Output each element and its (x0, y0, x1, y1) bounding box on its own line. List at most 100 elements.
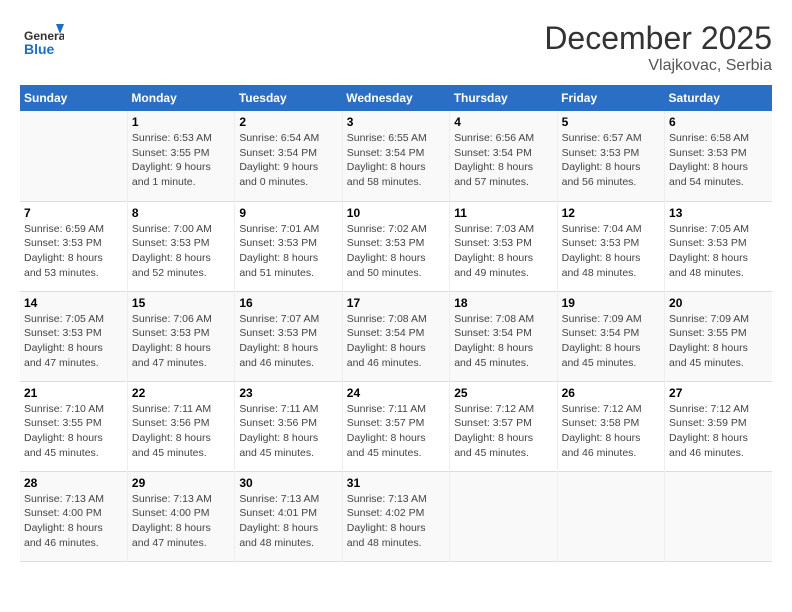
day-info: Sunrise: 7:02 AMSunset: 3:53 PMDaylight:… (347, 222, 445, 281)
day-cell: 20 Sunrise: 7:09 AMSunset: 3:55 PMDayligh… (665, 291, 772, 381)
day-number: 13 (669, 206, 768, 220)
day-info: Sunrise: 7:12 AMSunset: 3:59 PMDaylight:… (669, 402, 768, 461)
day-info: Sunrise: 7:09 AMSunset: 3:54 PMDaylight:… (562, 312, 660, 371)
day-cell: 16 Sunrise: 7:07 AMSunset: 3:53 PMDayligh… (235, 291, 342, 381)
day-cell: 18 Sunrise: 7:08 AMSunset: 3:54 PMDayligh… (450, 291, 557, 381)
day-cell: 28 Sunrise: 7:13 AMSunset: 4:00 PMDayligh… (20, 471, 127, 561)
title-block: December 2025 Vlajkovac, Serbia (544, 20, 772, 75)
day-cell: 11 Sunrise: 7:03 AMSunset: 3:53 PMDayligh… (450, 201, 557, 291)
page-header: General Blue December 2025 Vlajkovac, Se… (20, 20, 772, 75)
day-number: 29 (132, 476, 230, 490)
day-cell: 12Sunrise: 7:04 AMSunset: 3:53 PMDayligh… (557, 201, 664, 291)
day-cell: 9 Sunrise: 7:01 AMSunset: 3:53 PMDaylight… (235, 201, 342, 291)
day-number: 6 (669, 115, 768, 129)
day-cell: 14Sunrise: 7:05 AMSunset: 3:53 PMDayligh… (20, 291, 127, 381)
week-row-3: 14Sunrise: 7:05 AMSunset: 3:53 PMDayligh… (20, 291, 772, 381)
day-number: 22 (132, 386, 230, 400)
day-cell: 21 Sunrise: 7:10 AMSunset: 3:55 PMDayligh… (20, 381, 127, 471)
day-info: Sunrise: 7:13 AMSunset: 4:01 PMDaylight:… (239, 492, 337, 551)
day-cell: 2 Sunrise: 6:54 AMSunset: 3:54 PMDaylight… (235, 111, 342, 201)
day-number: 9 (239, 206, 337, 220)
day-cell: 29Sunrise: 7:13 AMSunset: 4:00 PMDayligh… (127, 471, 234, 561)
day-cell: 22 Sunrise: 7:11 AMSunset: 3:56 PMDayligh… (127, 381, 234, 471)
day-cell: 5 Sunrise: 6:57 AMSunset: 3:53 PMDaylight… (557, 111, 664, 201)
day-cell (450, 471, 557, 561)
header-day-tuesday: Tuesday (235, 85, 342, 111)
week-row-4: 21 Sunrise: 7:10 AMSunset: 3:55 PMDayligh… (20, 381, 772, 471)
day-info: Sunrise: 7:03 AMSunset: 3:53 PMDaylight:… (454, 222, 552, 281)
week-row-1: 1 Sunrise: 6:53 AMSunset: 3:55 PMDaylight… (20, 111, 772, 201)
day-number: 16 (239, 296, 337, 310)
day-number: 17 (347, 296, 445, 310)
calendar-header-row: SundayMondayTuesdayWednesdayThursdayFrid… (20, 85, 772, 111)
day-number: 27 (669, 386, 768, 400)
day-number: 1 (132, 115, 230, 129)
day-number: 7 (24, 206, 123, 220)
logo-svg: General Blue (20, 20, 64, 64)
day-info: Sunrise: 7:11 AMSunset: 3:56 PMDaylight:… (132, 402, 230, 461)
day-cell: 27 Sunrise: 7:12 AMSunset: 3:59 PMDayligh… (665, 381, 772, 471)
day-info: Sunrise: 7:07 AMSunset: 3:53 PMDaylight:… (239, 312, 337, 371)
day-number: 28 (24, 476, 123, 490)
header-day-saturday: Saturday (665, 85, 772, 111)
day-cell: 26 Sunrise: 7:12 AMSunset: 3:58 PMDayligh… (557, 381, 664, 471)
day-number: 15 (132, 296, 230, 310)
day-info: Sunrise: 7:11 AMSunset: 3:57 PMDaylight:… (347, 402, 445, 461)
day-info: Sunrise: 6:55 AMSunset: 3:54 PMDaylight:… (347, 131, 445, 190)
day-info: Sunrise: 7:01 AMSunset: 3:53 PMDaylight:… (239, 222, 337, 281)
day-number: 24 (347, 386, 445, 400)
day-number: 20 (669, 296, 768, 310)
day-cell: 25 Sunrise: 7:12 AMSunset: 3:57 PMDayligh… (450, 381, 557, 471)
day-info: Sunrise: 6:54 AMSunset: 3:54 PMDaylight:… (239, 131, 337, 190)
day-info: Sunrise: 6:56 AMSunset: 3:54 PMDaylight:… (454, 131, 552, 190)
header-day-sunday: Sunday (20, 85, 127, 111)
day-number: 11 (454, 206, 552, 220)
day-info: Sunrise: 6:59 AMSunset: 3:53 PMDaylight:… (24, 222, 123, 281)
day-info: Sunrise: 7:04 AMSunset: 3:53 PMDaylight:… (562, 222, 660, 281)
day-number: 2 (239, 115, 337, 129)
day-info: Sunrise: 7:09 AMSunset: 3:55 PMDaylight:… (669, 312, 768, 371)
day-cell: 13Sunrise: 7:05 AMSunset: 3:53 PMDayligh… (665, 201, 772, 291)
day-number: 21 (24, 386, 123, 400)
day-info: Sunrise: 7:10 AMSunset: 3:55 PMDaylight:… (24, 402, 123, 461)
day-cell: 23 Sunrise: 7:11 AMSunset: 3:56 PMDayligh… (235, 381, 342, 471)
header-day-wednesday: Wednesday (342, 85, 449, 111)
day-number: 5 (562, 115, 660, 129)
day-info: Sunrise: 7:13 AMSunset: 4:00 PMDaylight:… (24, 492, 123, 551)
day-info: Sunrise: 7:12 AMSunset: 3:58 PMDaylight:… (562, 402, 660, 461)
calendar-table: SundayMondayTuesdayWednesdayThursdayFrid… (20, 85, 772, 562)
day-info: Sunrise: 6:53 AMSunset: 3:55 PMDaylight:… (132, 131, 230, 190)
day-cell: 7 Sunrise: 6:59 AMSunset: 3:53 PMDaylight… (20, 201, 127, 291)
day-number: 18 (454, 296, 552, 310)
day-cell: 19Sunrise: 7:09 AMSunset: 3:54 PMDayligh… (557, 291, 664, 381)
day-info: Sunrise: 6:58 AMSunset: 3:53 PMDaylight:… (669, 131, 768, 190)
day-info: Sunrise: 7:08 AMSunset: 3:54 PMDaylight:… (454, 312, 552, 371)
location-subtitle: Vlajkovac, Serbia (544, 57, 772, 75)
day-number: 23 (239, 386, 337, 400)
day-number: 8 (132, 206, 230, 220)
day-cell: 1 Sunrise: 6:53 AMSunset: 3:55 PMDaylight… (127, 111, 234, 201)
day-number: 25 (454, 386, 552, 400)
day-info: Sunrise: 7:11 AMSunset: 3:56 PMDaylight:… (239, 402, 337, 461)
day-info: Sunrise: 7:08 AMSunset: 3:54 PMDaylight:… (347, 312, 445, 371)
day-cell: 3Sunrise: 6:55 AMSunset: 3:54 PMDaylight… (342, 111, 449, 201)
day-info: Sunrise: 6:57 AMSunset: 3:53 PMDaylight:… (562, 131, 660, 190)
day-number: 10 (347, 206, 445, 220)
header-day-monday: Monday (127, 85, 234, 111)
day-info: Sunrise: 7:00 AMSunset: 3:53 PMDaylight:… (132, 222, 230, 281)
logo: General Blue (20, 20, 64, 64)
day-cell (557, 471, 664, 561)
day-cell: 4 Sunrise: 6:56 AMSunset: 3:54 PMDaylight… (450, 111, 557, 201)
day-info: Sunrise: 7:12 AMSunset: 3:57 PMDaylight:… (454, 402, 552, 461)
day-info: Sunrise: 7:06 AMSunset: 3:53 PMDaylight:… (132, 312, 230, 371)
day-cell: 30Sunrise: 7:13 AMSunset: 4:01 PMDayligh… (235, 471, 342, 561)
day-number: 26 (562, 386, 660, 400)
day-number: 14 (24, 296, 123, 310)
day-info: Sunrise: 7:13 AMSunset: 4:02 PMDaylight:… (347, 492, 445, 551)
day-number: 4 (454, 115, 552, 129)
day-cell: 31Sunrise: 7:13 AMSunset: 4:02 PMDayligh… (342, 471, 449, 561)
header-day-thursday: Thursday (450, 85, 557, 111)
month-title: December 2025 (544, 20, 772, 57)
week-row-2: 7 Sunrise: 6:59 AMSunset: 3:53 PMDaylight… (20, 201, 772, 291)
day-cell: 10 Sunrise: 7:02 AMSunset: 3:53 PMDayligh… (342, 201, 449, 291)
